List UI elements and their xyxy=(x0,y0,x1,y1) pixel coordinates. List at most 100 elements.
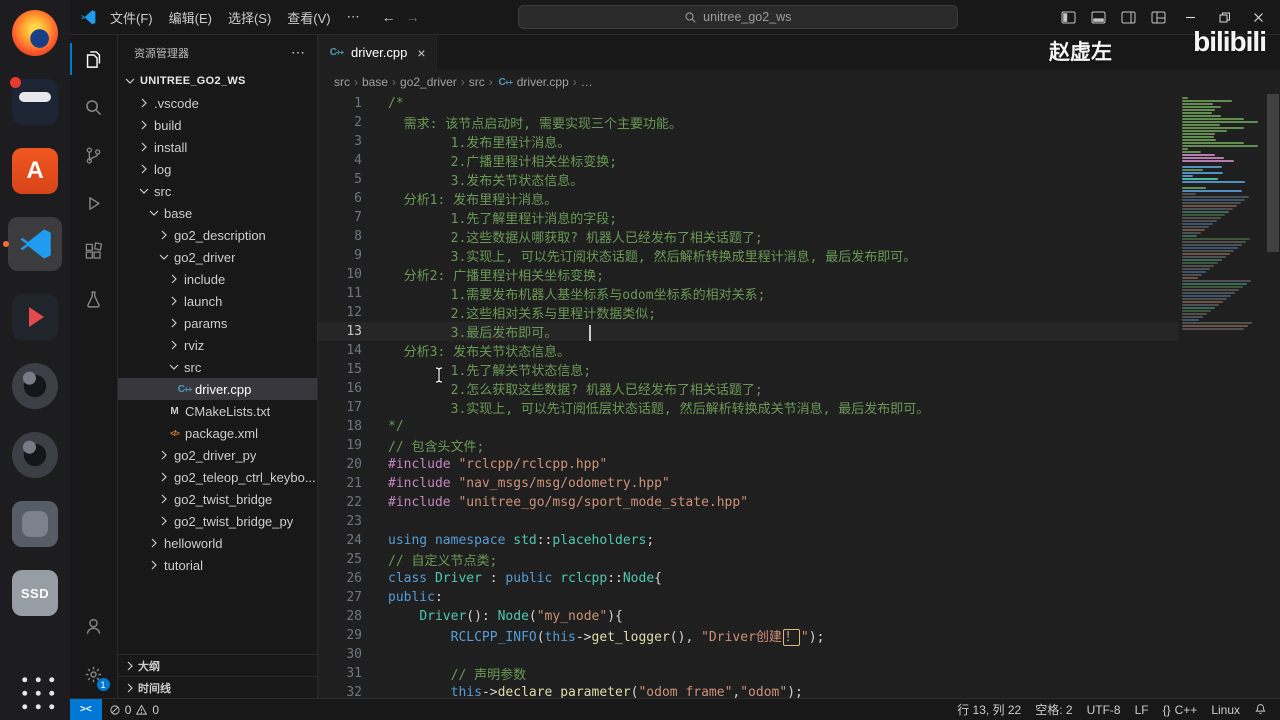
tab-driver-cpp[interactable]: C ++ driver.cpp × xyxy=(318,35,437,70)
tab-close-icon[interactable]: × xyxy=(417,45,425,61)
dock-camera-app-1-icon[interactable] xyxy=(0,363,70,409)
code-line-16[interactable]: 16 2.怎么获取这些数据? 机器人已经发布了相关话题了; xyxy=(318,379,1178,398)
code-line-1[interactable]: 1 /* xyxy=(318,94,1178,113)
status-encoding[interactable]: UTF-8 xyxy=(1080,699,1128,720)
status-eol[interactable]: LF xyxy=(1128,699,1156,720)
tree-item-launch[interactable]: launch xyxy=(118,290,317,312)
minimap[interactable] xyxy=(1178,94,1266,698)
sidebar-panel-timeline[interactable]: 时间线 xyxy=(118,676,317,698)
history-back-button[interactable]: ← xyxy=(382,9,396,25)
status-cursor-position[interactable]: 行 13, 列 22 xyxy=(950,699,1028,720)
dock-gray-app-icon[interactable] xyxy=(0,501,70,547)
menu-item-2[interactable]: 选择(S) xyxy=(220,7,279,30)
tree-item-go2_driver_py[interactable]: go2_driver_py xyxy=(118,444,317,466)
breadcrumb-item-2[interactable]: go2_driver xyxy=(400,75,457,89)
code-line-28[interactable]: 28 Driver(): Node("my_node"){ xyxy=(318,607,1178,626)
dock-ubuntu-software-icon[interactable]: A xyxy=(0,148,70,194)
code-line-25[interactable]: 25 // 自定义节点类; xyxy=(318,550,1178,569)
code-line-13[interactable]: 13 3.最后发布即可。 xyxy=(318,322,1178,342)
workspace-root-row[interactable]: UNITREE_GO2_WS xyxy=(118,70,317,92)
tree-item-.vscode[interactable]: .vscode xyxy=(118,92,317,114)
toggle-secondary-sidebar-icon[interactable] xyxy=(1116,5,1142,29)
tree-item-go2_twist_bridge[interactable]: go2_twist_bridge xyxy=(118,488,317,510)
tree-item-params[interactable]: params xyxy=(118,312,317,334)
tree-item-log[interactable]: log xyxy=(118,158,317,180)
dock-firefox-icon[interactable] xyxy=(0,10,70,56)
dock-vscode-icon[interactable] xyxy=(0,217,70,271)
code-line-9[interactable]: 9 3.实现上, 可以先订阅状态话题, 然后解析转换成里程计消息, 最后发布即可… xyxy=(318,246,1178,265)
code-line-4[interactable]: 4 2.广播里程计相关坐标变换; xyxy=(318,151,1178,170)
tree-item-package.xml[interactable]: </> package.xml xyxy=(118,422,317,444)
code-line-3[interactable]: 3 1.发布里程计消息。 xyxy=(318,132,1178,151)
tree-item-tutorial[interactable]: tutorial xyxy=(118,554,317,576)
code-editor[interactable]: 1/* 2 需求: 该节点启动时, 需要实现三个主要功能。 3 1.发布里程计消息。… xyxy=(318,94,1280,698)
tree-item-CMakeLists.txt[interactable]: M CMakeLists.txt xyxy=(118,400,317,422)
code-line-7[interactable]: 7 1.先了解里程计消息的字段; xyxy=(318,208,1178,227)
vscode-logo-icon[interactable] xyxy=(80,9,96,25)
tree-item-go2_driver[interactable]: go2_driver xyxy=(118,246,317,268)
code-line-14[interactable]: 14 分析3: 发布关节状态信息。 xyxy=(318,341,1178,360)
code-line-6[interactable]: 6 分析1: 发布里程计消息。 xyxy=(318,189,1178,208)
toggle-sidebar-icon[interactable] xyxy=(1056,5,1082,29)
code-line-27[interactable]: 27 public: xyxy=(318,588,1178,607)
code-line-8[interactable]: 8 2.这些数据从哪获取? 机器人已经发布了相关话题了; xyxy=(318,227,1178,246)
sidebar-more-actions-icon[interactable]: ⋯ xyxy=(291,44,305,61)
menu-item-0[interactable]: 文件(F) xyxy=(102,7,161,30)
dock-ssd-drive-icon[interactable]: SSD xyxy=(0,570,70,616)
breadcrumb-item-4[interactable]: C ++ driver.cpp xyxy=(497,74,568,90)
activitybar-search-icon[interactable] xyxy=(70,83,118,131)
activitybar-run-debug-icon[interactable] xyxy=(70,179,118,227)
dock-camera-app-2-icon[interactable] xyxy=(0,432,70,478)
code-line-19[interactable]: 19 // 包含头文件; xyxy=(318,436,1178,455)
code-line-17[interactable]: 17 3.实现上, 可以先订阅低层状态话题, 然后解析转换成关节消息, 最后发布… xyxy=(318,398,1178,417)
code-line-31[interactable]: 31 // 声明参数 xyxy=(318,664,1178,683)
code-line-26[interactable]: 26 class Driver : public rclcpp::Node{ xyxy=(318,569,1178,588)
activitybar-settings-icon[interactable]: 1 xyxy=(70,650,118,698)
breadcrumb-item-1[interactable]: base xyxy=(362,75,388,89)
sidebar-panel-outline[interactable]: 大纲 xyxy=(118,654,317,676)
code-line-30[interactable]: 30 xyxy=(318,645,1178,664)
dock-media-app-icon[interactable] xyxy=(0,294,70,340)
tree-item-install[interactable]: install xyxy=(118,136,317,158)
customize-layout-icon[interactable] xyxy=(1146,5,1172,29)
scrollbar-handle[interactable] xyxy=(1267,94,1279,252)
status-indentation[interactable]: 空格: 2 xyxy=(1028,699,1079,720)
activitybar-source-control-icon[interactable] xyxy=(70,131,118,179)
dock-screen-recorder-icon[interactable] xyxy=(0,77,70,125)
tree-item-build[interactable]: build xyxy=(118,114,317,136)
code-line-22[interactable]: 22 #include "unitree_go/msg/sport_mode_st… xyxy=(318,493,1178,512)
tree-item-src[interactable]: src xyxy=(118,180,317,202)
activitybar-extensions-icon[interactable] xyxy=(70,227,118,275)
code-line-20[interactable]: 20 #include "rclcpp/rclcpp.hpp" xyxy=(318,455,1178,474)
code-line-23[interactable]: 23 xyxy=(318,512,1178,531)
code-line-24[interactable]: 24 using namespace std::placeholders; xyxy=(318,531,1178,550)
menu-item-3[interactable]: 查看(V) xyxy=(279,7,338,30)
tree-item-helloworld[interactable]: helloworld xyxy=(118,532,317,554)
tree-item-driver.cpp[interactable]: C ++ driver.cpp xyxy=(118,378,317,400)
code-line-12[interactable]: 12 2.这些相对关系与里程计数据类似; xyxy=(318,303,1178,322)
menu-overflow-button[interactable]: ⋯ xyxy=(339,5,368,29)
tree-item-go2_description[interactable]: go2_description xyxy=(118,224,317,246)
toggle-panel-icon[interactable] xyxy=(1086,5,1112,29)
code-line-18[interactable]: 18 */ xyxy=(318,417,1178,436)
tree-item-rviz[interactable]: rviz xyxy=(118,334,317,356)
editor-scrollbar[interactable] xyxy=(1266,94,1280,698)
activitybar-accounts-icon[interactable] xyxy=(70,602,118,650)
code-line-11[interactable]: 11 1.需要发布机器人基坐标系与odom坐标系的相对关系; xyxy=(318,284,1178,303)
breadcrumb-item-0[interactable]: src xyxy=(334,75,350,89)
command-center-search[interactable]: unitree_go2_ws xyxy=(517,5,958,29)
tree-item-src[interactable]: src xyxy=(118,356,317,378)
problems-indicator[interactable]: 0 0 xyxy=(102,699,166,720)
code-line-2[interactable]: 2 需求: 该节点启动时, 需要实现三个主要功能。 xyxy=(318,113,1178,132)
status-language-mode[interactable]: {} C++ xyxy=(1156,699,1205,720)
activitybar-explorer-icon[interactable] xyxy=(69,35,118,83)
code-line-10[interactable]: 10 分析2: 广播里程计相关坐标变换; xyxy=(318,265,1178,284)
tree-item-include[interactable]: include xyxy=(118,268,317,290)
breadcrumb-item-5[interactable]: … xyxy=(581,75,593,89)
tree-item-base[interactable]: base xyxy=(118,202,317,224)
status-os[interactable]: Linux xyxy=(1204,699,1247,720)
code-line-5[interactable]: 5 3.发布关节状态信息。 xyxy=(318,170,1178,189)
code-line-15[interactable]: 15 1.先了解关节状态信息; xyxy=(318,360,1178,379)
menu-item-1[interactable]: 编辑(E) xyxy=(161,7,220,30)
code-line-29[interactable]: 29 RCLCPP_INFO(this->get_logger(), "Driv… xyxy=(318,626,1178,646)
